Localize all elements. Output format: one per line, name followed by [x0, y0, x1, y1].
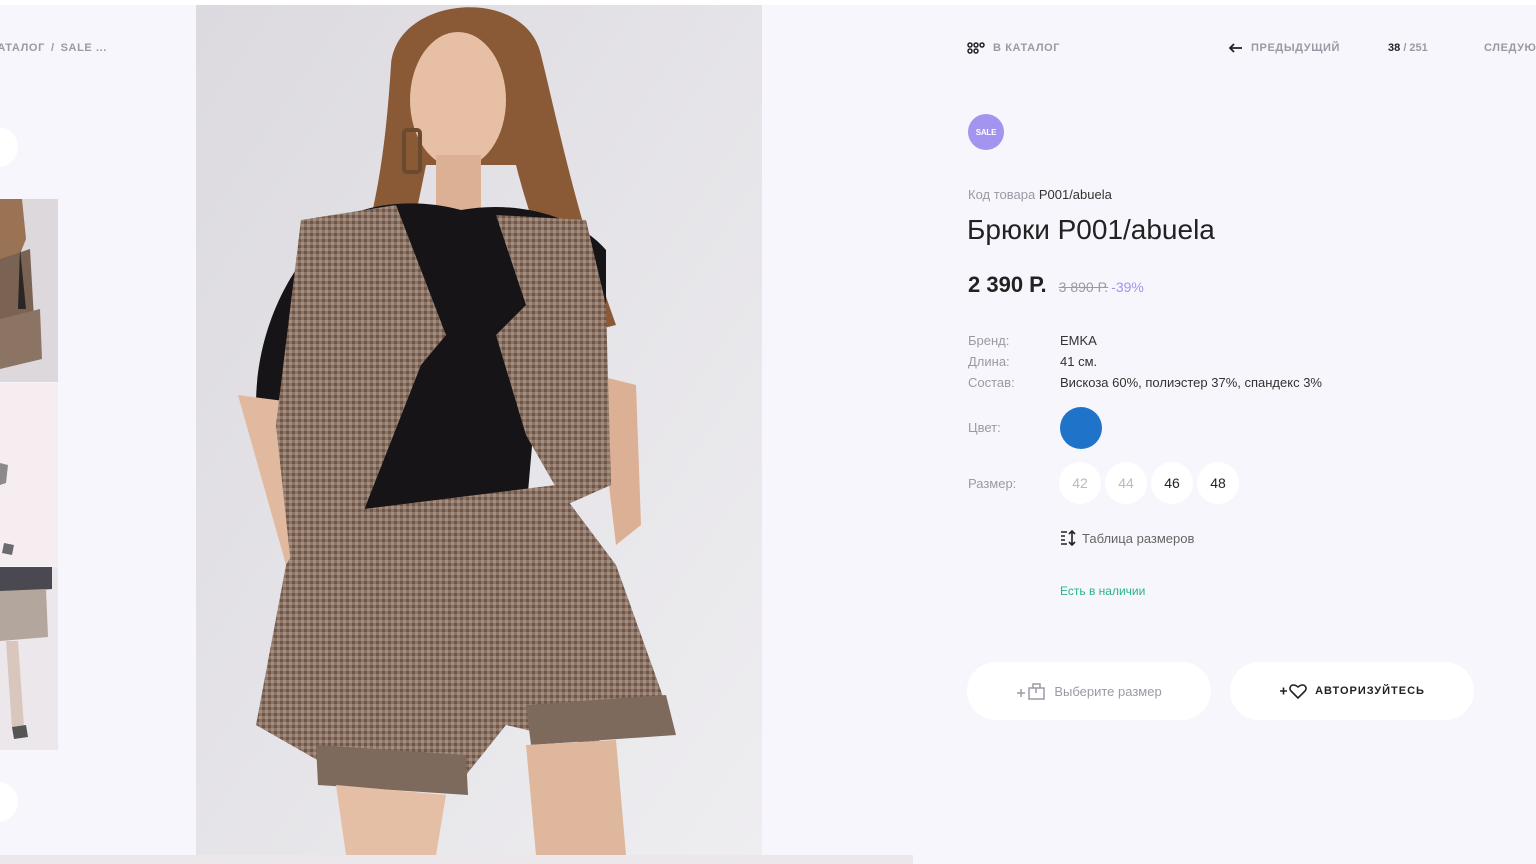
size-option-44[interactable]: 44	[1105, 462, 1147, 504]
product-code-value: P001/abuela	[1038, 187, 1112, 202]
thumbnail-2[interactable]	[0, 383, 58, 566]
previous-product-label: ПРЕДЫДУЩИЙ	[1251, 42, 1341, 54]
thumbnail-3-image	[0, 567, 58, 750]
product-photo-illustration	[196, 5, 762, 855]
stock-status: Есть в наличии	[1060, 584, 1146, 598]
add-to-wishlist-heart-icon	[1280, 684, 1307, 700]
add-to-wishlist-button[interactable]: АВТОРИЗУЙТЕСЬ	[1230, 662, 1474, 720]
add-to-cart-label: Выберите размер	[1054, 683, 1162, 699]
login-to-favorite-label: АВТОРИЗУЙТЕСЬ	[1315, 685, 1425, 697]
back-to-catalog-link[interactable]: В КАТАЛОГ	[967, 42, 1060, 54]
composition-label: Состав:	[968, 375, 1015, 390]
counter-total: / 251	[1403, 42, 1428, 54]
breadcrumb-ellipsis: ...	[96, 42, 107, 54]
add-to-cart-icon	[1017, 683, 1046, 700]
thumbnail-1[interactable]	[0, 199, 58, 382]
product-title: Брюки P001/abuela	[967, 214, 1215, 245]
discount-percent: -39%	[1111, 279, 1144, 295]
add-to-cart-button[interactable]: Выберите размер	[967, 662, 1211, 720]
next-product-link[interactable]: СЛЕДУЮЩИЙ	[1484, 42, 1536, 54]
size-table-link[interactable]: Таблица размеров	[1060, 530, 1194, 546]
thumbnail-1-image	[0, 199, 58, 382]
thumbnail-prev-button[interactable]	[0, 127, 18, 167]
previous-product-link[interactable]: ПРЕДЫДУЩИЙ	[1229, 42, 1340, 54]
thumbnail-3[interactable]	[0, 567, 58, 750]
length-label: Длина:	[968, 354, 1010, 369]
product-counter: 38 / 251	[1388, 42, 1428, 54]
thumbnail-2-image	[0, 383, 58, 566]
size-option-46[interactable]: 46	[1151, 462, 1193, 504]
color-label: Цвет:	[968, 420, 1001, 435]
length-value: 41 см.	[1060, 354, 1098, 369]
size-label: Размер:	[968, 476, 1017, 491]
brand-value: EMKA	[1060, 333, 1097, 348]
arrow-left-icon	[1229, 43, 1242, 53]
composition-value: Вискоза 60%, полиэстер 37%, спандекс 3%	[1060, 375, 1322, 390]
product-code-label: Код товара	[968, 187, 1036, 202]
size-table-label: Таблица размеров	[1082, 530, 1195, 546]
back-to-catalog-label: В КАТАЛОГ	[993, 42, 1061, 54]
old-price: 3 890 Р.	[1058, 279, 1109, 295]
counter-current: 38	[1388, 42, 1401, 54]
main-product-photo[interactable]	[196, 5, 762, 855]
price-row: 2 390 Р. 3 890 Р. -39%	[968, 272, 1144, 298]
breadcrumb-separator: /	[50, 42, 55, 54]
breadcrumb: КАТАЛОГ / SALE ...	[0, 42, 107, 54]
size-chart-icon	[1061, 530, 1076, 546]
brand-label: Бренд:	[968, 333, 1010, 348]
size-option-48[interactable]: 48	[1197, 462, 1239, 504]
bottom-scrollbar-track[interactable]	[0, 855, 913, 864]
breadcrumb-item-catalog[interactable]: КАТАЛОГ	[0, 42, 45, 54]
color-swatch-blue[interactable]	[1060, 407, 1102, 449]
sale-badge: SALE	[968, 114, 1004, 150]
breadcrumb-item-sale[interactable]: SALE	[61, 42, 93, 54]
size-option-42[interactable]: 42	[1059, 462, 1101, 504]
grid-dots-icon	[967, 42, 985, 54]
product-code: Код товара P001/abuela	[968, 187, 1112, 202]
thumbnail-next-button[interactable]	[0, 782, 18, 822]
current-price: 2 390 Р.	[968, 272, 1047, 297]
